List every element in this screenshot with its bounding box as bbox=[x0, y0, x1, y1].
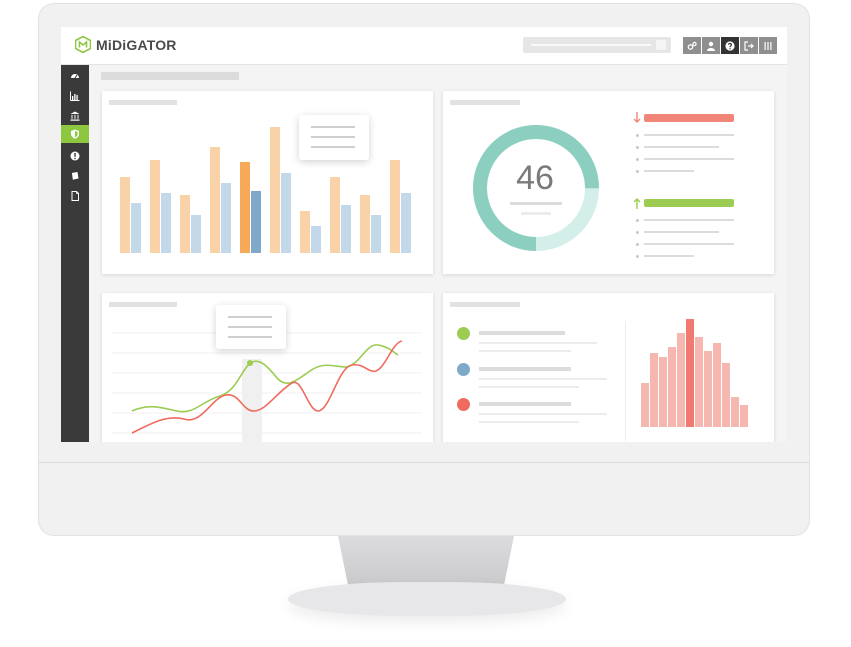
sidebar-item-dashboard[interactable] bbox=[61, 67, 89, 85]
shield-icon bbox=[71, 129, 79, 139]
chart-bar bbox=[330, 177, 340, 253]
histogram-bar bbox=[704, 351, 712, 427]
histogram-chart bbox=[641, 319, 748, 427]
chart-bar bbox=[360, 195, 370, 253]
search-input[interactable] bbox=[523, 37, 671, 53]
chart-bar bbox=[161, 193, 171, 253]
histogram-bar bbox=[686, 319, 694, 427]
card-title bbox=[450, 302, 520, 307]
dashboard-content: 46 bbox=[89, 65, 787, 442]
chart-bar bbox=[401, 193, 411, 253]
chart-bar bbox=[281, 173, 291, 253]
sidebar-item-bank[interactable] bbox=[61, 107, 89, 125]
chart-bar bbox=[270, 127, 280, 253]
chart-bar bbox=[240, 162, 250, 253]
chart-bar bbox=[120, 177, 130, 253]
sidebar-item-guides[interactable] bbox=[61, 167, 89, 185]
alert-icon bbox=[70, 151, 80, 161]
menu-icon[interactable] bbox=[759, 37, 777, 54]
legend-label bbox=[479, 331, 565, 335]
page-title bbox=[101, 72, 239, 80]
histogram-bar bbox=[722, 363, 730, 427]
chart-tooltip bbox=[216, 305, 286, 349]
help-icon[interactable] bbox=[721, 37, 739, 54]
search-button[interactable] bbox=[656, 40, 666, 50]
dashboard-icon bbox=[71, 74, 79, 79]
histogram-bar bbox=[659, 357, 667, 427]
brand-logo[interactable]: MiDiGATOR bbox=[75, 36, 177, 53]
card-title bbox=[450, 100, 520, 105]
chart-bar bbox=[210, 147, 220, 253]
legend-dot-red bbox=[457, 398, 470, 411]
sidebar-item-documents[interactable] bbox=[61, 187, 89, 205]
user-icon[interactable] bbox=[702, 37, 720, 54]
book-icon bbox=[71, 172, 79, 180]
line-chart-card bbox=[102, 293, 433, 442]
chart-bar bbox=[311, 226, 321, 253]
sidebar bbox=[61, 65, 89, 442]
chart-tooltip bbox=[299, 115, 369, 160]
sidebar-item-reports[interactable] bbox=[61, 87, 89, 105]
chart-bar bbox=[191, 215, 201, 253]
donut-sublabel-bar bbox=[521, 212, 551, 215]
sidebar-item-security[interactable] bbox=[61, 125, 89, 143]
trend-up-bar bbox=[644, 199, 734, 207]
arrow-down-icon bbox=[633, 112, 641, 123]
histogram-bar bbox=[740, 405, 748, 427]
hover-point bbox=[247, 360, 253, 366]
chart-bar bbox=[251, 191, 261, 253]
bar-chart-card bbox=[102, 91, 433, 274]
chart-icon bbox=[70, 91, 80, 101]
logout-icon[interactable] bbox=[740, 37, 758, 54]
histogram-bar bbox=[731, 397, 739, 427]
chart-bar bbox=[341, 205, 351, 253]
donut-label-bar bbox=[510, 202, 562, 205]
histogram-bar bbox=[677, 333, 685, 427]
donut-value: 46 bbox=[516, 159, 554, 197]
arrow-up-icon bbox=[633, 198, 641, 209]
distribution-card bbox=[443, 293, 774, 442]
chart-bar bbox=[180, 195, 190, 253]
settings-icon[interactable] bbox=[683, 37, 701, 54]
chart-bar bbox=[300, 211, 310, 253]
brand-name: MiDiGATOR bbox=[96, 36, 177, 53]
chart-bar bbox=[390, 160, 400, 253]
legend-label bbox=[479, 367, 571, 371]
screen: MiDiGATOR 46 bbox=[61, 27, 787, 442]
chart-bar bbox=[221, 183, 231, 253]
score-card: 46 bbox=[443, 91, 774, 274]
monitor-stand-base bbox=[288, 582, 566, 616]
histogram-bar bbox=[713, 343, 721, 427]
histogram-bar bbox=[641, 383, 649, 427]
document-icon bbox=[71, 191, 79, 201]
bank-icon bbox=[70, 111, 80, 121]
sidebar-item-alerts[interactable] bbox=[61, 147, 89, 165]
top-bar: MiDiGATOR bbox=[61, 27, 787, 65]
legend-dot-green bbox=[457, 327, 470, 340]
series-line-green bbox=[131, 344, 399, 413]
hover-column bbox=[242, 359, 262, 442]
chart-bar bbox=[371, 215, 381, 253]
brand-logo-icon bbox=[75, 36, 91, 53]
monitor-chin bbox=[38, 462, 810, 463]
legend-dot-blue bbox=[457, 363, 470, 376]
chart-bar bbox=[150, 160, 160, 253]
monitor-stand-neck bbox=[338, 536, 514, 588]
bar-chart bbox=[120, 127, 411, 253]
histogram-bar bbox=[650, 353, 658, 427]
legend-label bbox=[479, 402, 571, 406]
histogram-bar bbox=[695, 337, 703, 427]
chart-bar bbox=[131, 203, 141, 253]
histogram-bar bbox=[668, 347, 676, 427]
search-placeholder-bar bbox=[531, 44, 651, 46]
trend-down-bar bbox=[644, 114, 734, 122]
toolbar bbox=[683, 37, 778, 54]
